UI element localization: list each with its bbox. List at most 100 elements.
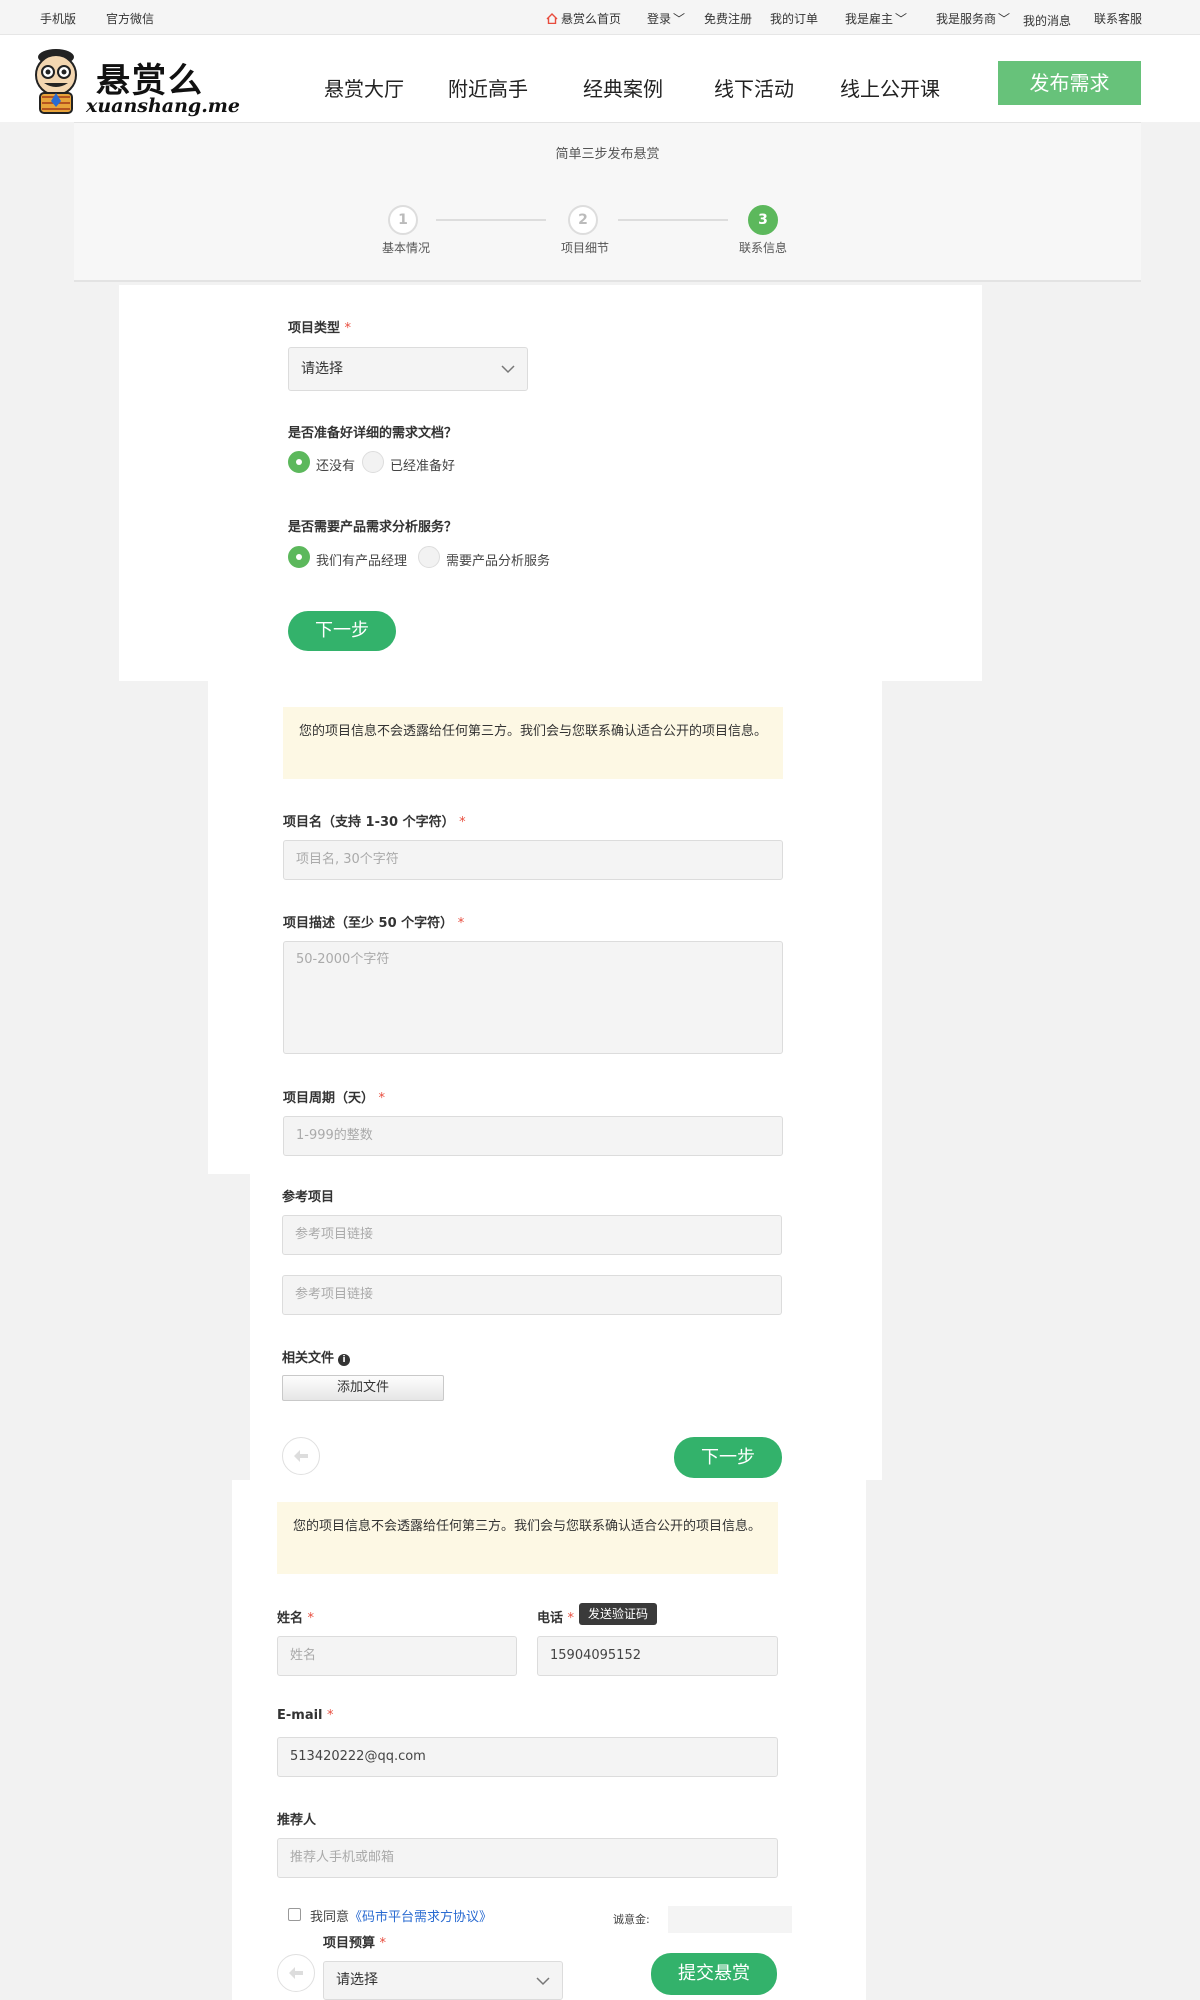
agreement-link[interactable]: 《码市平台需求方协议》 [349,1910,492,1925]
chevron-down-icon [536,1977,550,1986]
site-logo[interactable]: 悬赏么 xuanshang.me [26,45,240,120]
doc-opt-not-yet-label: 还没有 [316,459,356,474]
required-mark: * [457,916,465,931]
step-1-circle[interactable]: 1 [388,205,418,235]
step-3-label: 联系信息 [739,241,788,255]
project-name-label: 项目名（支持 1-30 个字符） * [283,811,466,830]
pm-radio-have-pm[interactable] [288,546,310,568]
project-desc-label: 项目描述（至少 50 个字符） * [283,912,464,931]
step3-back-button[interactable] [277,1954,315,1992]
project-type-label: 项目类型 * [288,317,351,336]
mascot-icon [35,49,77,114]
pm-opt-have-pm-label: 我们有产品经理 [316,554,408,569]
pm-opt-need-analysis-label: 需要产品分析服务 [446,554,551,569]
required-mark: * [378,1091,386,1106]
nav-classic-cases[interactable]: 经典案例 [583,73,663,102]
pm-radio-need-analysis[interactable] [418,546,440,568]
steps-title: 简单三步发布悬赏 [555,147,660,162]
chevron-down-icon [501,365,515,374]
required-mark: * [567,1611,575,1626]
deposit-display [668,1906,792,1933]
chevron-down-icon: ﹀ [895,12,908,26]
budget-label-text: 项目预算 [323,1936,376,1951]
project-desc-textarea[interactable]: 50-2000个字符 [283,941,783,1054]
orders-link[interactable]: 我的订单 [770,10,818,27]
support-link[interactable]: 联系客服 [1094,10,1142,27]
reference-projects-label: 参考项目 [282,1190,335,1205]
nav-offline-events[interactable]: 线下活动 [714,73,794,102]
nav-online-courses[interactable]: 线上公开课 [840,73,940,102]
step1-next-button[interactable]: 下一步 [288,611,396,651]
publish-request-button[interactable]: 发布需求 [998,61,1141,105]
agree-text: 我同意《码市平台需求方协议》 [310,1906,492,1925]
home-link[interactable]: 悬赏么首页 [546,10,621,27]
name-input[interactable]: 姓名 [277,1636,517,1676]
provider-menu[interactable]: 我是服务商 ﹀ [936,10,1010,27]
required-mark: * [327,1708,334,1723]
step-2-circle[interactable]: 2 [568,205,598,235]
home-icon [546,13,558,24]
project-type-select[interactable]: 请选择 [288,347,528,391]
send-code-button[interactable]: 发送验证码 [579,1603,658,1625]
login-link[interactable]: 登录 ﹀ [647,10,685,27]
budget-label: 项目预算 * [323,1932,386,1951]
step-connector [618,219,728,221]
wechat-link[interactable]: 官方微信 [106,10,154,27]
provider-label: 我是服务商 [936,12,997,26]
referrer-input[interactable]: 推荐人手机或邮箱 [277,1838,778,1878]
doc-radio-ready[interactable] [362,451,384,473]
agree-checkbox[interactable] [288,1908,301,1921]
top-utility-bar: 手机版 官方微信 悬赏么首页 登录 ﹀ 免费注册 我的订单 我是雇主 ﹀ 我是服务商… [0,0,1200,35]
login-label: 登录 [647,12,672,26]
submit-bounty-button[interactable]: 提交悬赏 [651,1953,777,1995]
logo-text-en: xuanshang.me [86,95,240,117]
employer-menu[interactable]: 我是雇主 ﹀ [845,10,907,27]
phone-label-text: 电话 [537,1611,564,1626]
home-link-label: 悬赏么首页 [561,12,622,26]
step-connector [436,219,546,221]
phone-input[interactable]: 15904095152 [537,1636,778,1676]
project-period-input[interactable]: 1-999的整数 [283,1116,783,1156]
name-label-text: 姓名 [277,1611,304,1626]
doc-radio-not-yet[interactable] [288,451,310,473]
step-2-label: 项目细节 [561,241,610,255]
register-link[interactable]: 免费注册 [704,10,752,27]
required-mark: * [459,815,466,830]
email-label: E-mail * [277,1708,334,1723]
required-mark: * [307,1611,315,1626]
related-files-label-text: 相关文件 [282,1351,335,1366]
reference-project-input-2[interactable]: 参考项目链接 [282,1275,782,1315]
arrow-left-icon [294,1450,308,1462]
chevron-down-icon: ﹀ [998,12,1011,26]
budget-select[interactable]: 请选择 [323,1961,563,2000]
contact-privacy-notice: 您的项目信息不会透露给任何第三方。我们会与您联系确认适合公开的项目信息。 [277,1502,778,1574]
name-label: 姓名 * [277,1607,314,1626]
project-name-label-text: 项目名（支持 1-30 个字符） [283,815,455,830]
referrer-label: 推荐人 [277,1813,317,1828]
project-name-input[interactable]: 项目名, 30个字符 [283,840,783,880]
step2-next-button[interactable]: 下一步 [674,1437,782,1478]
agree-prefix: 我同意 [310,1910,350,1925]
project-desc-label-text: 项目描述（至少 50 个字符） [283,916,454,931]
employer-label: 我是雇主 [845,12,894,26]
email-input[interactable]: 513420222@qq.com [277,1737,778,1777]
add-file-button[interactable]: 添加文件 [282,1375,444,1401]
deposit-label: 诚意金: [613,1913,650,1926]
required-mark: * [379,1936,387,1951]
project-type-label-text: 项目类型 [288,321,341,336]
basic-info-panel: 项目类型 * 请选择 是否准备好详细的需求文档？ 还没有 已经准备好 是否需要产… [119,285,982,681]
step-3-circle[interactable]: 3 [748,205,778,235]
nav-nearby-experts[interactable]: 附近高手 [448,73,528,102]
email-label-text: E-mail [277,1708,323,1723]
info-icon[interactable]: i [338,1354,351,1366]
nav-hall[interactable]: 悬赏大厅 [324,73,404,102]
step2-back-button[interactable] [282,1437,320,1475]
messages-link[interactable]: 我的消息 [1023,12,1071,29]
doc-opt-ready-label: 已经准备好 [390,459,456,474]
mobile-link[interactable]: 手机版 [40,10,76,27]
phone-label: 电话 * [537,1607,574,1626]
reference-project-input-1[interactable]: 参考项目链接 [282,1215,782,1255]
steps-panel: 简单三步发布悬赏 1 2 3 基本情况 项目细节 联系信息 [74,122,1141,282]
project-type-value: 请选择 [301,361,343,377]
required-mark: * [344,321,352,336]
